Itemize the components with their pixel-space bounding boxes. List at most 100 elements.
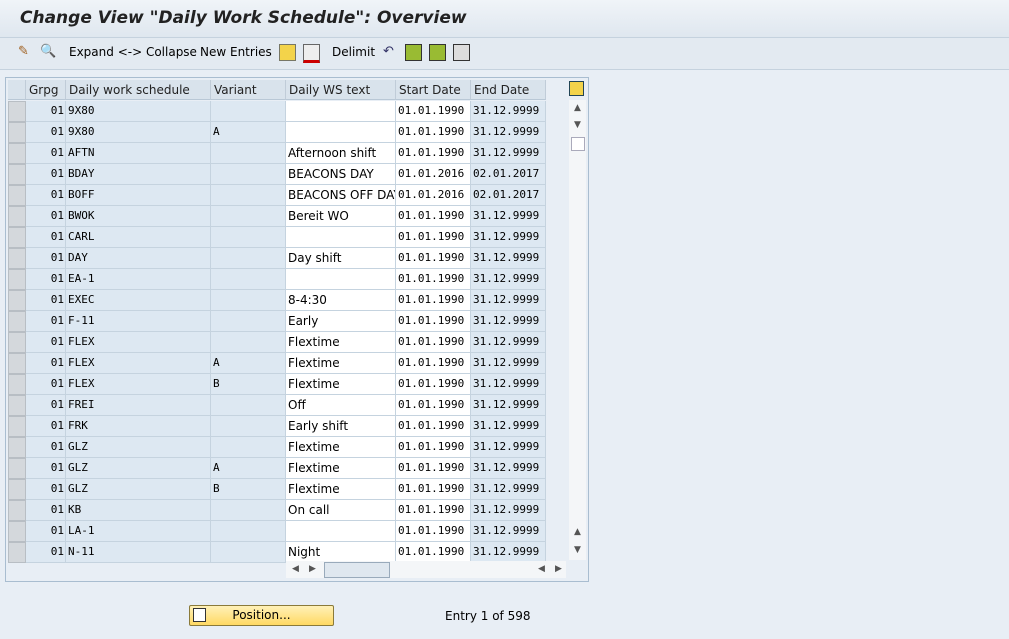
variant-cell [211,395,286,416]
display-change-icon[interactable]: ✎ [16,44,31,59]
table-settings-icon[interactable] [569,81,584,96]
text-cell[interactable]: BEACONS OFF DAY [286,185,396,206]
scroll-down-icon[interactable]: ▼ [570,118,585,133]
schedule-cell: GLZ [66,458,211,479]
text-cell[interactable]: BEACONS DAY [286,164,396,185]
text-cell[interactable] [286,227,396,248]
scroll-up-icon[interactable]: ▲ [570,525,585,540]
table-row: 01 BWOK Bereit WO 01.01.1990 31.12.9999 [8,206,548,227]
select-all-icon[interactable] [405,44,422,61]
text-cell[interactable]: Flextime [286,353,396,374]
schedule-cell: CARL [66,227,211,248]
text-cell[interactable]: 8-4:30 [286,290,396,311]
text-cell[interactable]: On call [286,500,396,521]
row-selector[interactable] [8,206,26,227]
column-header[interactable]: Daily WS text [286,80,396,100]
new-entries-button[interactable]: New Entries [200,45,272,59]
grpg-cell: 01 [26,353,66,374]
delete-icon[interactable] [303,44,320,63]
delimit-button[interactable]: Delimit [332,45,375,59]
row-selector[interactable] [8,479,26,500]
undo-icon[interactable]: ↶ [381,44,396,59]
column-header[interactable]: Grpg [26,80,66,100]
scroll-up-icon[interactable]: ▲ [570,101,585,116]
text-cell[interactable] [286,101,396,122]
expand-collapse-button[interactable]: Expand <-> Collapse [69,45,197,59]
select-all-corner[interactable] [8,80,26,100]
row-selector[interactable] [8,374,26,395]
row-selector[interactable] [8,416,26,437]
schedule-cell: F-11 [66,311,211,332]
text-cell[interactable] [286,269,396,290]
scroll-thumb[interactable] [571,137,585,151]
end-date-cell: 31.12.9999 [471,374,546,395]
details-icon[interactable]: 🔍 [40,44,56,59]
horizontal-scrollbar[interactable]: ◀ ▶ ◀ ▶ [286,561,566,578]
text-cell[interactable]: Flextime [286,458,396,479]
row-selector[interactable] [8,122,26,143]
row-selector[interactable] [8,248,26,269]
row-selector[interactable] [8,437,26,458]
grpg-cell: 01 [26,101,66,122]
row-selector[interactable] [8,521,26,542]
row-selector[interactable] [8,395,26,416]
row-selector[interactable] [8,332,26,353]
row-selector[interactable] [8,542,26,563]
row-selector[interactable] [8,311,26,332]
text-cell[interactable]: Flextime [286,437,396,458]
row-selector[interactable] [8,353,26,374]
text-cell[interactable]: Day shift [286,248,396,269]
column-header[interactable]: Start Date [396,80,471,100]
text-cell[interactable] [286,521,396,542]
scroll-right-icon[interactable]: ▶ [305,562,320,577]
scroll-down-icon[interactable]: ▼ [570,543,585,558]
scroll-thumb[interactable] [324,562,390,578]
row-selector[interactable] [8,269,26,290]
row-selector[interactable] [8,101,26,122]
variant-cell: A [211,353,286,374]
text-cell[interactable]: Flextime [286,332,396,353]
position-button[interactable]: Position... [189,605,334,626]
variant-cell: B [211,479,286,500]
row-selector[interactable] [8,500,26,521]
text-cell[interactable]: Early shift [286,416,396,437]
row-selector[interactable] [8,458,26,479]
end-date-cell: 31.12.9999 [471,416,546,437]
column-header[interactable]: End Date [471,80,546,100]
start-date-cell: 01.01.1990 [396,332,471,353]
table-row: 01 KB On call 01.01.1990 31.12.9999 [8,500,548,521]
scroll-left-icon[interactable]: ◀ [534,562,549,577]
text-cell[interactable]: Night [286,542,396,563]
row-selector[interactable] [8,164,26,185]
deselect-all-icon[interactable] [453,44,470,61]
row-selector[interactable] [8,185,26,206]
row-selector[interactable] [8,143,26,164]
vertical-scrollbar[interactable]: ▲ ▼ ▲ ▼ [569,100,586,560]
column-header[interactable]: Daily work schedule [66,80,211,100]
table-row: 01 FRK Early shift 01.01.1990 31.12.9999 [8,416,548,437]
end-date-cell: 31.12.9999 [471,101,546,122]
scroll-left-icon[interactable]: ◀ [288,562,303,577]
text-cell[interactable]: Off [286,395,396,416]
text-cell[interactable]: Bereit WO [286,206,396,227]
text-cell[interactable]: Afternoon shift [286,143,396,164]
select-block-icon[interactable] [429,44,446,61]
text-cell[interactable] [286,122,396,143]
schedule-cell: FREI [66,395,211,416]
start-date-cell: 01.01.1990 [396,521,471,542]
column-header[interactable]: Variant [211,80,286,100]
start-date-cell: 01.01.1990 [396,101,471,122]
grpg-cell: 01 [26,479,66,500]
schedule-cell: EXEC [66,290,211,311]
text-cell[interactable]: Early [286,311,396,332]
text-cell[interactable]: Flextime [286,374,396,395]
end-date-cell: 31.12.9999 [471,311,546,332]
table-row: 01 N-11 Night 01.01.1990 31.12.9999 [8,542,548,563]
scroll-right-icon[interactable]: ▶ [551,562,566,577]
row-selector[interactable] [8,227,26,248]
row-selector[interactable] [8,290,26,311]
start-date-cell: 01.01.1990 [396,458,471,479]
copy-icon[interactable] [279,44,296,61]
text-cell[interactable]: Flextime [286,479,396,500]
grpg-cell: 01 [26,437,66,458]
